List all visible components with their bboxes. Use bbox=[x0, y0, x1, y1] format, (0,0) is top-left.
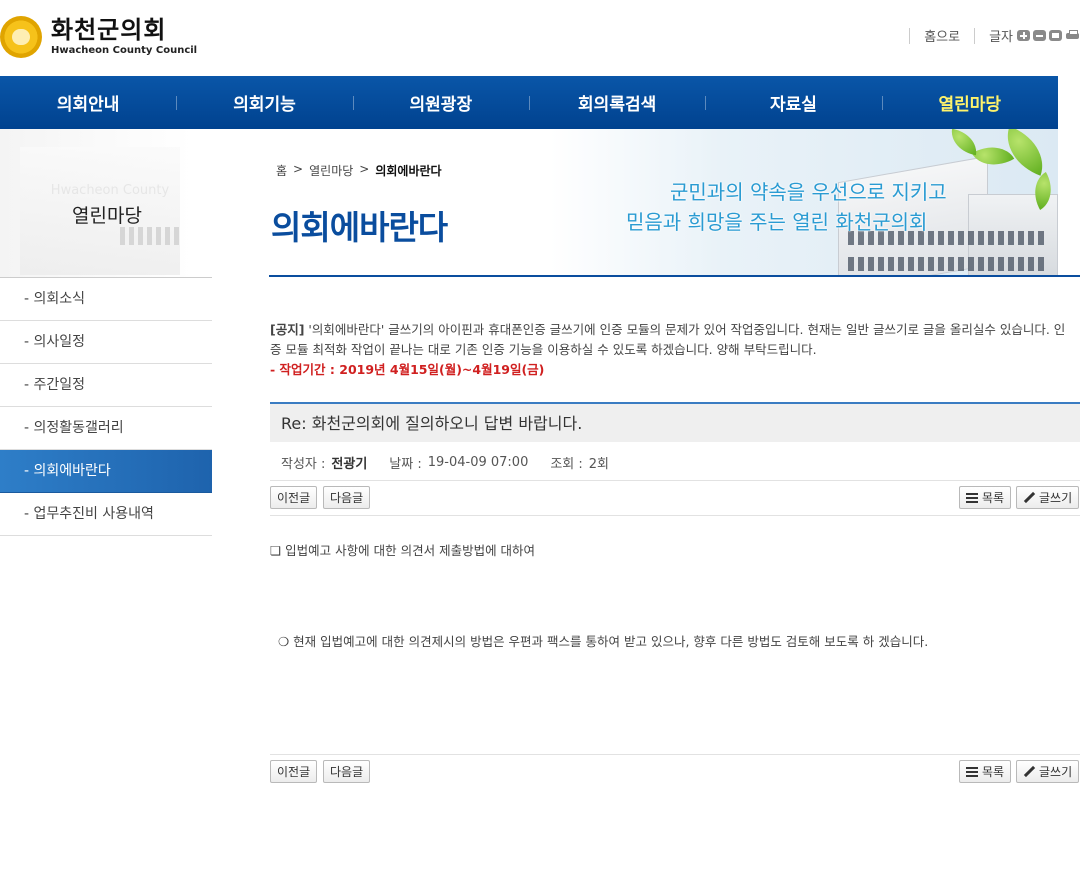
content-paragraph: ❍ 현재 입법예고에 대한 의견제시의 방법은 우편과 팩스를 통하여 받고 있… bbox=[278, 634, 929, 649]
gnb-item-members-plaza[interactable]: 의원광장 bbox=[352, 76, 529, 129]
side-menu-item-expenses[interactable]: - 업무추진비 사용내역 bbox=[0, 493, 212, 536]
home-link[interactable]: 홈으로 bbox=[924, 26, 960, 45]
print-icon[interactable] bbox=[1065, 30, 1080, 41]
post-buttons-top: 이전글 다음글 목록 글쓰기 bbox=[270, 486, 1080, 514]
side-menu-item-weekly-schedule[interactable]: - 주간일정 bbox=[0, 364, 212, 407]
side-menu: - 의회소식 - 의사일정 - 주간일정 - 의정활동갤러리 - 의회에바란다 … bbox=[0, 277, 212, 536]
notice-period: - 작업기간 : 2019년 4월15일(월)~4월19일(금) bbox=[270, 362, 545, 377]
council-emblem-icon bbox=[0, 16, 42, 58]
section-title: 열린마당 bbox=[72, 205, 142, 227]
write-label: 글쓰기 bbox=[1039, 765, 1073, 779]
prev-post-label: 이전글 bbox=[277, 765, 311, 779]
site-logo[interactable]: 화천군의회 Hwacheon County Council bbox=[0, 16, 197, 58]
gnb-item-archive[interactable]: 자료실 bbox=[705, 76, 881, 129]
breadcrumb-home[interactable]: 홈 bbox=[276, 162, 287, 179]
list-icon bbox=[966, 492, 978, 503]
list-button[interactable]: 목록 bbox=[959, 760, 1012, 783]
font-size-label: 글자 bbox=[989, 30, 1013, 45]
breadcrumb-level1[interactable]: 열린마당 bbox=[309, 162, 353, 179]
sub-visual-banner: Hwacheon County 열린마당 군민과의 약속을 우선으로 지키고 믿… bbox=[0, 129, 1058, 277]
page-title: 의회에바란다 bbox=[271, 208, 448, 247]
section-title-en: Hwacheon County bbox=[50, 183, 170, 198]
slogan-line-1: 군민과의 약속을 우선으로 지키고 bbox=[670, 180, 947, 204]
author-label: 작성자 : bbox=[281, 457, 326, 472]
slogan: 군민과의 약속을 우선으로 지키고 믿음과 희망을 주는 열린 화천군의회 bbox=[626, 177, 947, 237]
main-navigation: 의회안내 의회기능 의원광장 회의록검색 자료실 열린마당 bbox=[0, 76, 1058, 129]
breadcrumb-current: 의회에바란다 bbox=[375, 164, 442, 178]
next-post-button[interactable]: 다음글 bbox=[323, 760, 371, 783]
write-button[interactable]: 글쓰기 bbox=[1016, 486, 1080, 509]
side-menu-item-agenda[interactable]: - 의사일정 bbox=[0, 321, 212, 364]
date-label: 날짜 : bbox=[389, 457, 422, 472]
font-decrease-icon[interactable] bbox=[1033, 30, 1046, 41]
author-value: 전광기 bbox=[331, 457, 368, 472]
post-buttons-bottom: 이전글 다음글 목록 글쓰기 bbox=[270, 760, 1080, 788]
utility-bar: 홈으로 글자 bbox=[895, 26, 1080, 45]
list-button[interactable]: 목록 bbox=[959, 486, 1012, 509]
title-underline bbox=[269, 275, 1080, 277]
next-post-label: 다음글 bbox=[330, 491, 364, 505]
prev-post-label: 이전글 bbox=[277, 491, 311, 505]
gnb-item-council-info[interactable]: 의회안내 bbox=[0, 76, 176, 129]
gnb-item-open-forum[interactable]: 열린마당 bbox=[881, 76, 1058, 129]
notice-text: '의회에바란다' 글쓰기의 아이핀과 휴대폰인증 글쓰기에 인증 모듈의 문제가… bbox=[270, 322, 1066, 357]
side-menu-item-gallery[interactable]: - 의정활동갤러리 bbox=[0, 407, 212, 450]
logo-subtitle: Hwacheon County Council bbox=[51, 45, 198, 56]
divider bbox=[909, 27, 911, 44]
font-reset-icon[interactable] bbox=[1049, 30, 1062, 41]
list-label: 목록 bbox=[982, 765, 1005, 779]
prev-post-button[interactable]: 이전글 bbox=[270, 486, 318, 509]
views-label: 조회 : bbox=[550, 457, 583, 472]
gnb-item-council-function[interactable]: 의회기능 bbox=[176, 76, 352, 129]
side-menu-item-suggestions[interactable]: - 의회에바란다 bbox=[0, 450, 212, 493]
slogan-line-2: 믿음과 희망을 주는 열린 화천군의회 bbox=[626, 210, 928, 234]
post-meta: 작성자 : 전광기 날짜 : 19-04-09 07:00 조회 : 2회 bbox=[270, 445, 1080, 481]
prev-post-button[interactable]: 이전글 bbox=[270, 760, 318, 783]
next-post-label: 다음글 bbox=[330, 765, 364, 779]
section-title-box: Hwacheon County 열린마당 bbox=[0, 129, 214, 277]
divider bbox=[270, 754, 1080, 755]
pencil-icon bbox=[1023, 492, 1035, 504]
views-value: 2회 bbox=[588, 457, 610, 472]
divider bbox=[270, 515, 1080, 516]
content-paragraph: ❏ 입법예고 사항에 대한 의견서 제출방법에 대하여 bbox=[270, 543, 536, 558]
list-label: 목록 bbox=[982, 491, 1005, 505]
write-label: 글쓰기 bbox=[1039, 491, 1073, 505]
divider bbox=[974, 27, 976, 44]
notice-box: [공지] '의회에바란다' 글쓰기의 아이핀과 휴대폰인증 글쓰기에 인증 모듈… bbox=[270, 320, 1075, 380]
breadcrumb: 홈 > 열린마당 > 의회에바란다 bbox=[276, 162, 442, 179]
breadcrumb-separator: > bbox=[359, 162, 370, 176]
list-icon bbox=[966, 766, 978, 777]
post-title: Re: 화천군의회에 질의하오니 답변 바랍니다. bbox=[270, 402, 1080, 442]
font-increase-icon[interactable] bbox=[1017, 30, 1030, 41]
write-button[interactable]: 글쓰기 bbox=[1016, 760, 1080, 783]
logo-title: 화천군의회 bbox=[51, 16, 167, 44]
notice-tag: [공지] bbox=[270, 322, 305, 337]
breadcrumb-separator: > bbox=[293, 162, 304, 176]
pencil-icon bbox=[1023, 766, 1035, 778]
side-menu-item-council-news[interactable]: - 의회소식 bbox=[0, 278, 212, 321]
date-value: 19-04-09 07:00 bbox=[427, 455, 529, 470]
next-post-button[interactable]: 다음글 bbox=[323, 486, 371, 509]
gnb-item-minutes-search[interactable]: 회의록검색 bbox=[528, 76, 705, 129]
leaf-icon bbox=[948, 129, 980, 156]
